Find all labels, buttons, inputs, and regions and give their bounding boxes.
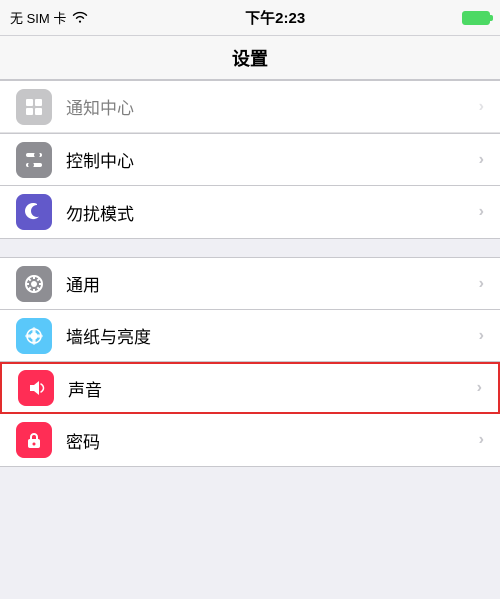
- list-item-wallpaper[interactable]: 墙纸与亮度 ›: [0, 310, 500, 362]
- wallpaper-chevron: ›: [479, 327, 484, 345]
- battery-icon: [462, 11, 490, 25]
- status-left: 无 SIM 卡: [10, 8, 88, 27]
- list-item-do-not-disturb[interactable]: 勿扰模式 ›: [0, 186, 500, 238]
- general-chevron: ›: [479, 275, 484, 293]
- notification-center-label: 通知中心: [66, 94, 479, 119]
- do-not-disturb-chevron: ›: [479, 203, 484, 221]
- list-item-general[interactable]: 通用 ›: [0, 258, 500, 310]
- carrier-label: 无 SIM 卡: [10, 8, 66, 27]
- status-bar: 无 SIM 卡 下午2:23: [0, 0, 500, 36]
- control-center-chevron: ›: [479, 151, 484, 169]
- passcode-label: 密码: [66, 428, 479, 453]
- status-right: [462, 11, 490, 25]
- control-center-label: 控制中心: [66, 147, 479, 172]
- do-not-disturb-icon: [16, 194, 52, 230]
- page-title: 设置: [232, 45, 268, 71]
- notification-center-icon: [16, 89, 52, 125]
- general-icon: [16, 266, 52, 302]
- list-item-passcode[interactable]: 密码 ›: [0, 414, 500, 466]
- sounds-icon: [18, 370, 54, 406]
- wallpaper-icon: [16, 318, 52, 354]
- do-not-disturb-label: 勿扰模式: [66, 200, 479, 225]
- settings-list: 通知中心 › 控制中心 ›: [0, 80, 500, 467]
- section-group-top: 通知中心 ›: [0, 80, 500, 133]
- wifi-icon: [72, 10, 88, 26]
- list-item-sounds[interactable]: 声音 ›: [0, 362, 500, 414]
- section-group-2: 通用 › 墙纸与: [0, 257, 500, 467]
- section-group-1: 控制中心 › 勿扰模式 ›: [0, 133, 500, 239]
- passcode-icon: [16, 422, 52, 458]
- nav-bar: 设置: [0, 36, 500, 80]
- control-center-icon: [16, 142, 52, 178]
- sounds-label: 声音: [68, 376, 477, 401]
- notification-center-chevron: ›: [479, 98, 484, 116]
- passcode-chevron: ›: [479, 431, 484, 449]
- wallpaper-label: 墙纸与亮度: [66, 323, 479, 348]
- status-time: 下午2:23: [245, 7, 305, 28]
- sounds-chevron: ›: [477, 379, 482, 397]
- list-item-notification-center[interactable]: 通知中心 ›: [0, 81, 500, 133]
- general-label: 通用: [66, 271, 479, 296]
- list-item-control-center[interactable]: 控制中心 ›: [0, 134, 500, 186]
